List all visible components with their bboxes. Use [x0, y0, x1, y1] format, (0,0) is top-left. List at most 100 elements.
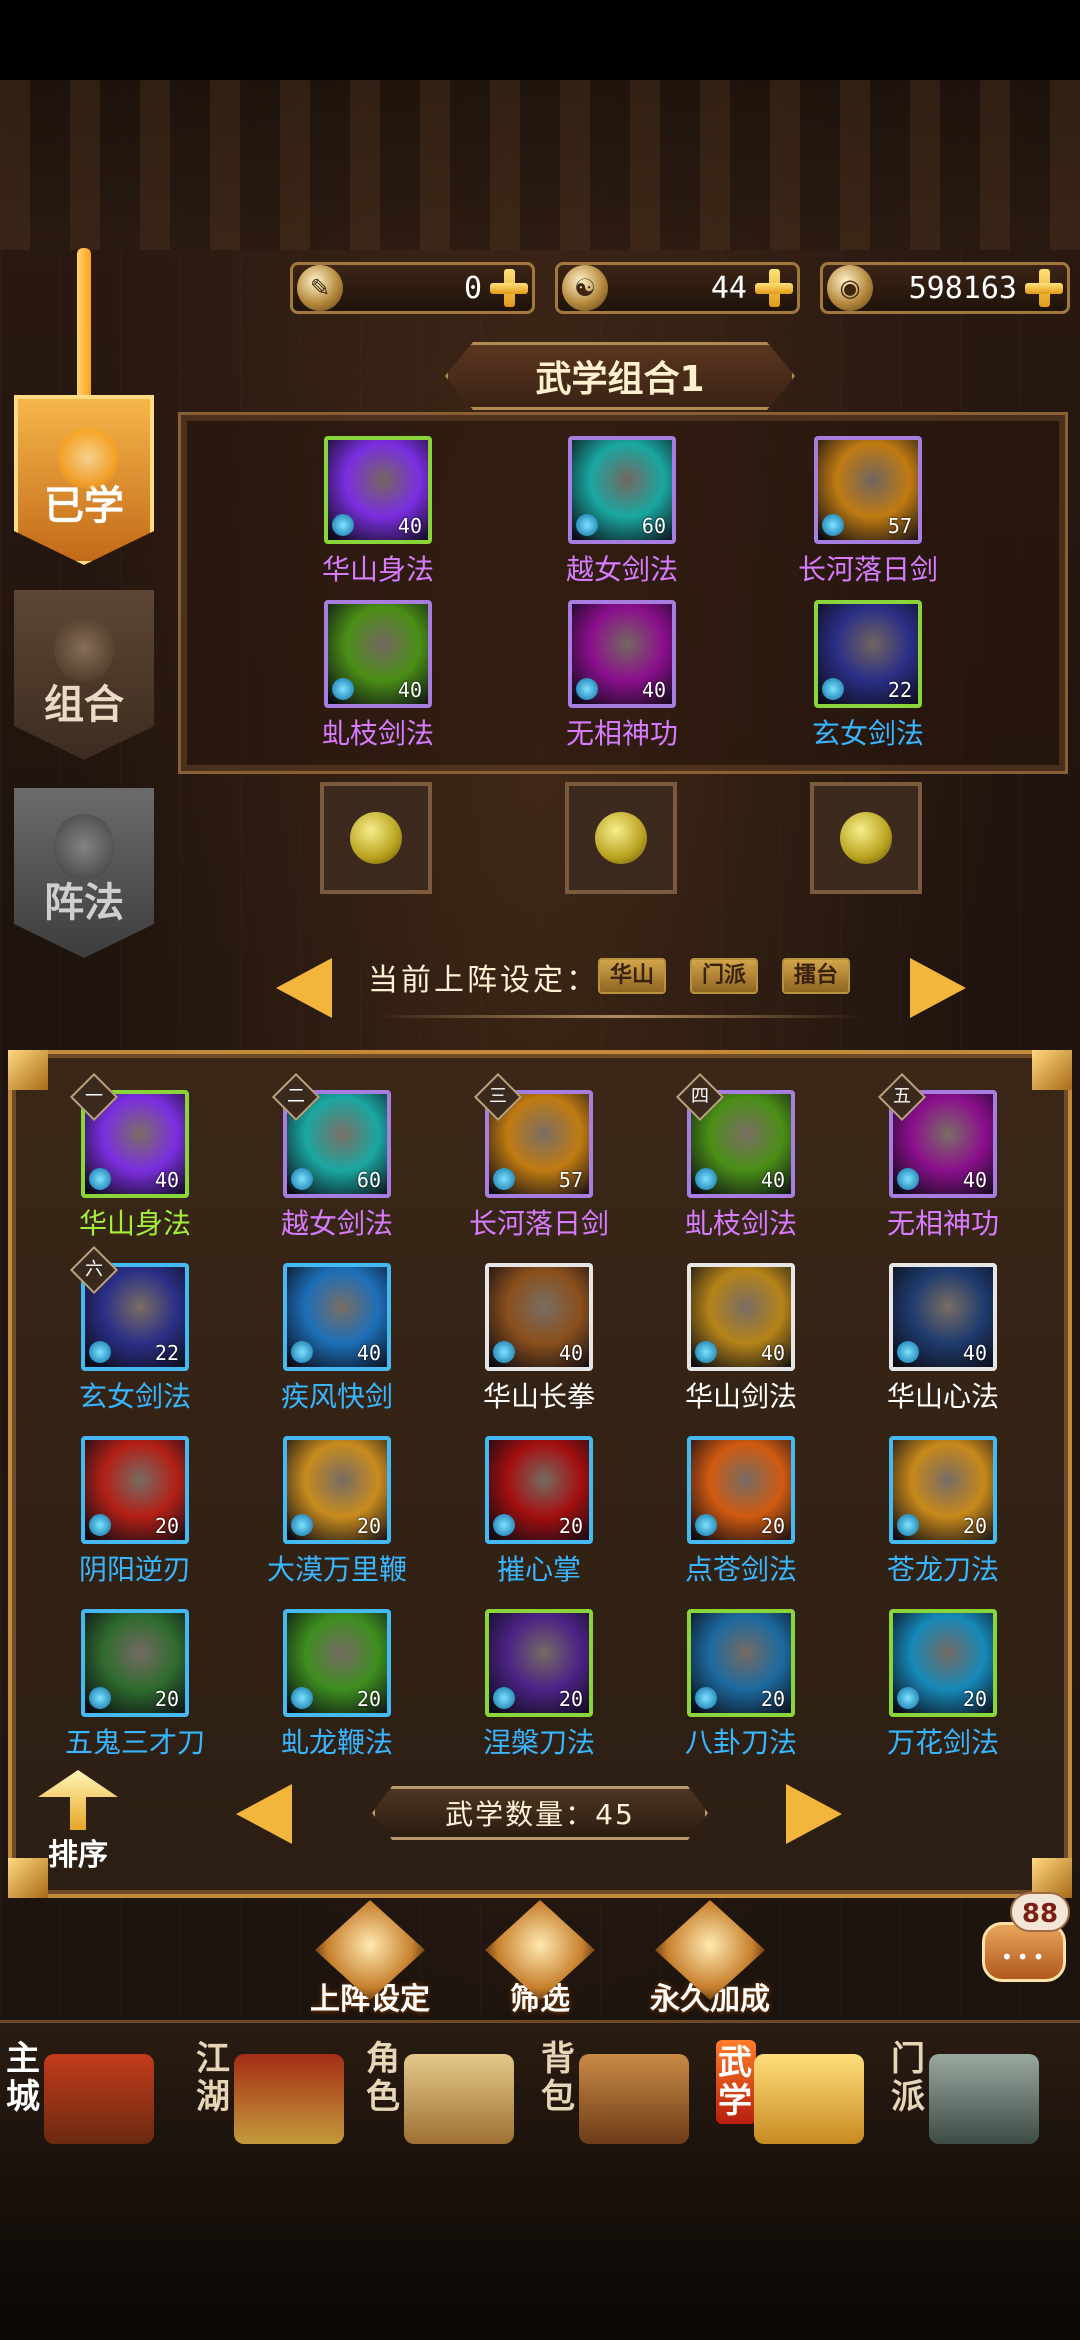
- locked-slot[interactable]: [565, 782, 677, 894]
- skills-skill-card[interactable]: 40 五无相神功: [843, 1072, 1043, 1242]
- tab-learned[interactable]: 已学: [14, 395, 154, 565]
- nav-main-city-label: 主城: [6, 2039, 40, 2117]
- combo_skills-skill-card[interactable]: 40 华山身法: [278, 436, 478, 588]
- skill-name: 五鬼三才刀: [64, 1726, 205, 1759]
- skills-skill-card[interactable]: 20 涅槃刀法: [439, 1609, 639, 1761]
- filter-button[interactable]: 筛选: [460, 1900, 620, 2018]
- skill-level: 20: [558, 1687, 583, 1711]
- skill-type-icon: [291, 1687, 313, 1709]
- locked-slot[interactable]: [320, 782, 432, 894]
- skills-skill-card[interactable]: 20 摧心掌: [439, 1436, 639, 1588]
- skill-type-icon: [291, 1514, 313, 1536]
- jade-token-icon: ☯: [562, 265, 608, 311]
- skill-icon: 40: [568, 600, 676, 708]
- skill-icon: 20: [889, 1436, 997, 1544]
- nav-jianghu[interactable]: 江湖: [190, 2024, 360, 2174]
- skill-type-icon: [897, 1341, 919, 1363]
- decor-band: [0, 80, 1080, 250]
- prev-page-arrow[interactable]: [236, 1784, 292, 1844]
- silver-coin-icon: ◉: [827, 265, 873, 311]
- rank-label: 一: [85, 1086, 103, 1107]
- bag-icon: [579, 2054, 689, 2144]
- skill-level: 20: [154, 1687, 179, 1711]
- combo_skills-skill-card[interactable]: 60 越女剑法: [522, 436, 722, 588]
- skill-type-icon: [576, 678, 598, 700]
- skill-type-icon: [897, 1514, 919, 1536]
- skills-skill-card[interactable]: 20 点苍剑法: [641, 1436, 841, 1588]
- skills-skill-card[interactable]: 40 四虬枝剑法: [641, 1072, 841, 1242]
- skill-name: 点苍剑法: [684, 1553, 797, 1586]
- skill-icon: 40: [324, 600, 432, 708]
- nav-main-city[interactable]: 主城: [0, 2024, 170, 2174]
- skill-level: 20: [962, 1687, 987, 1711]
- skill-level: 20: [356, 1687, 381, 1711]
- skill-icon: 20: [81, 1436, 189, 1544]
- formation-settings-button[interactable]: 上阵设定: [290, 1900, 450, 2018]
- skill-icon: 22: [814, 600, 922, 708]
- skills-skill-card[interactable]: 20 虬龙鞭法: [237, 1609, 437, 1761]
- nav-character[interactable]: 角色: [360, 2024, 530, 2174]
- skill-level: 40: [962, 1341, 987, 1365]
- tab-combo[interactable]: 组合: [14, 590, 154, 760]
- combo_skills-skill-card[interactable]: 40 无相神功: [522, 600, 722, 752]
- skill-type-icon: [822, 514, 844, 536]
- next-combo-arrow[interactable]: [910, 958, 966, 1018]
- permanent-bonus-button[interactable]: 永久加成: [630, 1900, 790, 2018]
- next-page-arrow[interactable]: [786, 1784, 842, 1844]
- skills-skill-card[interactable]: 20 五鬼三才刀: [35, 1609, 235, 1761]
- combo_skills-skill-card[interactable]: 40 虬枝剑法: [278, 600, 478, 752]
- skills-skill-card[interactable]: 40 华山剑法: [641, 1263, 841, 1415]
- skills-skill-card[interactable]: 20 八卦刀法: [641, 1609, 841, 1761]
- lock-icon: [840, 812, 892, 864]
- skill-icon: 40: [283, 1263, 391, 1371]
- status-bar-area: [0, 0, 1080, 80]
- skill-icon: 60: [568, 436, 676, 544]
- currency-slot-3: ◉ 598163: [820, 262, 1070, 314]
- tab-formation[interactable]: 阵法: [14, 788, 154, 958]
- add-currency-2-button[interactable]: [755, 269, 793, 307]
- skill-level: 40: [397, 514, 422, 538]
- cauldron-icon: [929, 2054, 1039, 2144]
- combo_skills-skill-card[interactable]: 57 长河落日剑: [768, 436, 968, 588]
- skills-skill-card[interactable]: 20 阴阳逆刃: [35, 1436, 235, 1588]
- skills-skill-card[interactable]: 20 万花剑法: [843, 1609, 1043, 1761]
- skill-name: 长河落日剑: [797, 553, 938, 586]
- skills-skill-card[interactable]: 20 大漠万里鞭: [237, 1436, 437, 1588]
- skill-name: 长河落日剑: [468, 1207, 609, 1240]
- skills-skill-card[interactable]: 40 华山心法: [843, 1263, 1043, 1415]
- book-flame-icon: [58, 423, 118, 493]
- locked-slot[interactable]: [810, 782, 922, 894]
- skill-name: 无相神功: [886, 1207, 999, 1240]
- nav-sect[interactable]: 门派: [885, 2024, 1055, 2174]
- skill-type-icon: [332, 514, 354, 536]
- sort-button[interactable]: 排序: [30, 1770, 126, 1873]
- prev-combo-arrow[interactable]: [276, 958, 332, 1018]
- skills-skill-card[interactable]: 22 六玄女剑法: [35, 1245, 235, 1415]
- lock-icon: [350, 812, 402, 864]
- skill-type-icon: [89, 1168, 111, 1190]
- skills-skill-card[interactable]: 40 华山长拳: [439, 1263, 639, 1415]
- divider: [375, 1015, 860, 1018]
- skills-skill-card[interactable]: 40 疾风快剑: [237, 1263, 437, 1415]
- skills-skill-card[interactable]: 57 三长河落日剑: [439, 1072, 639, 1242]
- currency-slot-2: ☯ 44: [555, 262, 800, 314]
- lock-icon: [595, 812, 647, 864]
- add-currency-1-button[interactable]: [490, 269, 528, 307]
- skills-skill-card[interactable]: 40 一华山身法: [35, 1072, 235, 1242]
- chat-button[interactable]: ••• 88: [978, 1892, 1070, 1992]
- add-currency-3-button[interactable]: [1025, 269, 1063, 307]
- skills-skill-card[interactable]: 60 二越女剑法: [237, 1072, 437, 1242]
- skill-level: 57: [558, 1168, 583, 1192]
- nav-bag[interactable]: 背包: [535, 2024, 705, 2174]
- combo_skills-skill-card[interactable]: 22 玄女剑法: [768, 600, 968, 752]
- skill-count: 武学数量：45: [372, 1786, 708, 1840]
- skill-level: 22: [154, 1341, 179, 1365]
- skills-skill-card[interactable]: 20 苍龙刀法: [843, 1436, 1043, 1588]
- skill-level: 20: [356, 1514, 381, 1538]
- chat-badge: 88: [1010, 1892, 1070, 1932]
- skill-name: 万花剑法: [886, 1726, 999, 1759]
- skill-icon: 40: [687, 1263, 795, 1371]
- skill-icon: 40: [889, 1263, 997, 1371]
- nav-martial[interactable]: 武学: [710, 2024, 880, 2174]
- nav-martial-label: 武学: [716, 2040, 756, 2124]
